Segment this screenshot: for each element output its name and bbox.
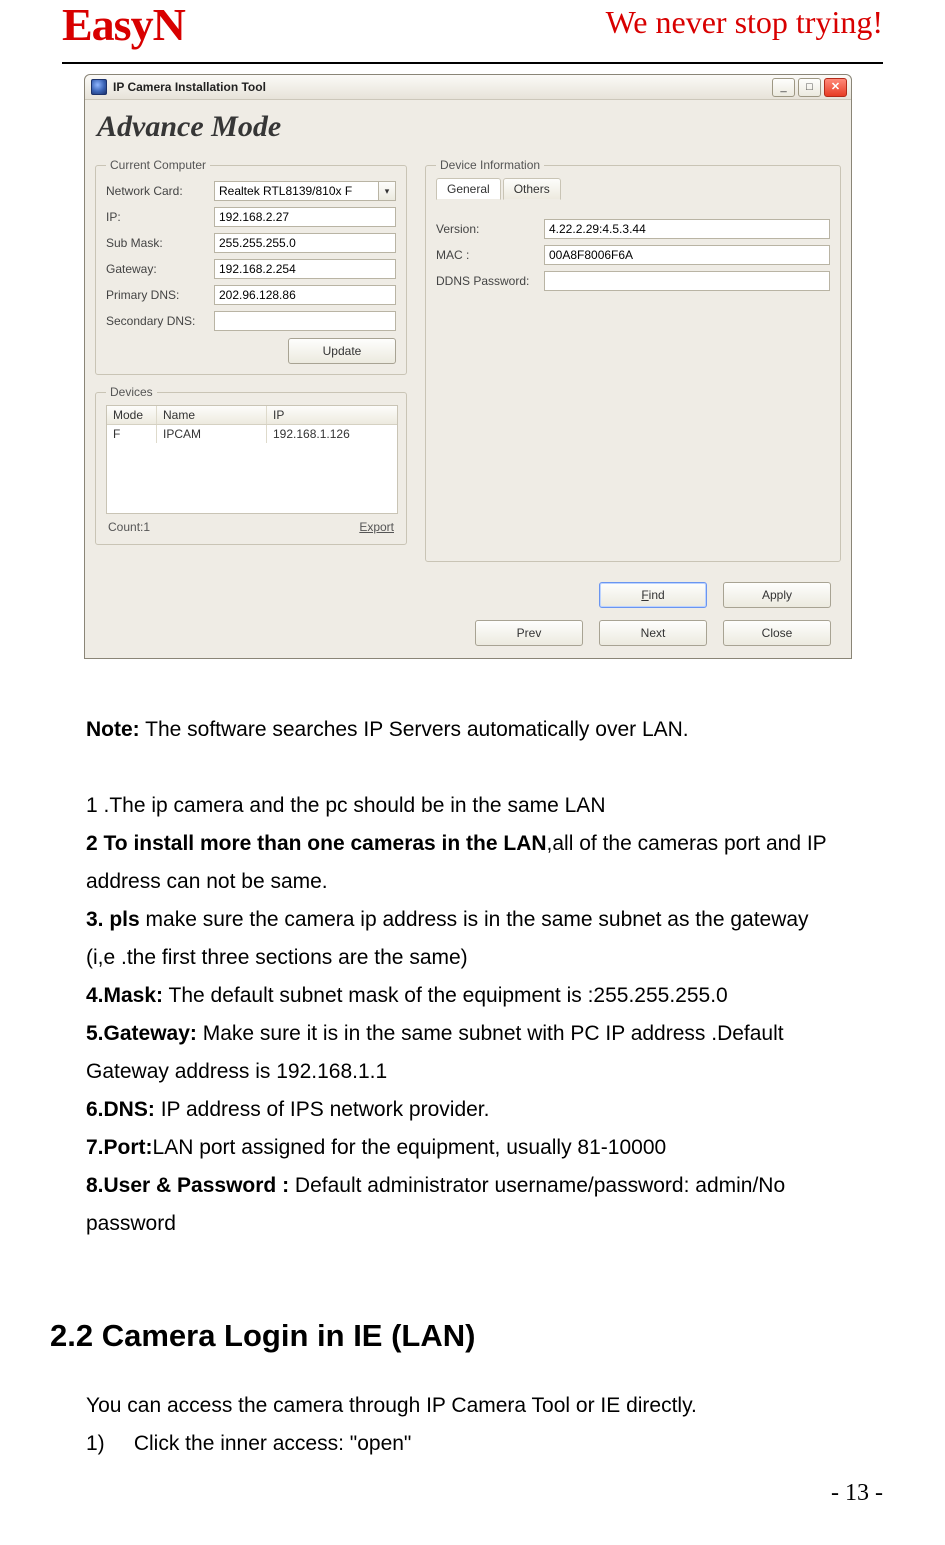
page-number: - 13 - bbox=[831, 1480, 883, 1507]
devices-legend: Devices bbox=[106, 385, 157, 399]
notes-section: Note: The software searches IP Servers a… bbox=[86, 711, 843, 1463]
primary-dns-input[interactable] bbox=[214, 285, 396, 305]
note-item: 1 .The ip camera and the pc should be in… bbox=[86, 787, 843, 825]
version-label: Version: bbox=[436, 222, 538, 236]
note-item: 2 To install more than one cameras in th… bbox=[86, 825, 843, 901]
update-button[interactable]: Update bbox=[288, 338, 396, 364]
device-info-group: Device Information General Others Versio… bbox=[425, 158, 841, 562]
network-card-dropdown[interactable]: ▾ bbox=[378, 181, 396, 201]
network-card-input[interactable] bbox=[214, 181, 378, 201]
mac-label: MAC : bbox=[436, 248, 538, 262]
minimize-button[interactable]: _ bbox=[772, 78, 795, 97]
app-window: IP Camera Installation Tool _ □ ✕ Advanc… bbox=[84, 74, 852, 659]
apply-button[interactable]: Apply bbox=[723, 582, 831, 608]
close-window-button[interactable]: ✕ bbox=[824, 78, 847, 97]
submask-label: Sub Mask: bbox=[106, 236, 208, 250]
network-card-label: Network Card: bbox=[106, 184, 208, 198]
cell-ip: 192.168.1.126 bbox=[267, 425, 397, 443]
note-item: 4.Mask: The default subnet mask of the e… bbox=[86, 977, 843, 1015]
ddns-input[interactable] bbox=[544, 271, 830, 291]
maximize-button[interactable]: □ bbox=[798, 78, 821, 97]
ddns-label: DDNS Password: bbox=[436, 274, 538, 288]
ip-input[interactable] bbox=[214, 207, 396, 227]
window-title: IP Camera Installation Tool bbox=[113, 80, 772, 94]
devices-export[interactable]: Export bbox=[359, 520, 394, 534]
find-button[interactable]: Find bbox=[599, 582, 707, 608]
primary-dns-label: Primary DNS: bbox=[106, 288, 208, 302]
gateway-input[interactable] bbox=[214, 259, 396, 279]
device-info-legend: Device Information bbox=[436, 158, 544, 172]
secondary-dns-label: Secondary DNS: bbox=[106, 314, 208, 328]
note-item: 5.Gateway: Make sure it is in the same s… bbox=[86, 1015, 843, 1091]
col-mode[interactable]: Mode bbox=[107, 406, 157, 424]
section-intro: You can access the camera through IP Cam… bbox=[86, 1387, 843, 1425]
devices-group: Devices Mode Name IP F bbox=[95, 385, 407, 545]
mode-heading: Advance Mode bbox=[95, 108, 841, 158]
submask-input[interactable] bbox=[214, 233, 396, 253]
section-bullet: 1) Click the inner access: "open" bbox=[86, 1425, 843, 1463]
col-ip[interactable]: IP bbox=[267, 406, 397, 424]
cell-mode: F bbox=[107, 425, 157, 443]
next-button[interactable]: Next bbox=[599, 620, 707, 646]
current-computer-group: Current Computer Network Card: ▾ IP: bbox=[95, 158, 407, 375]
note-line: Note: The software searches IP Servers a… bbox=[86, 711, 843, 749]
close-button[interactable]: Close bbox=[723, 620, 831, 646]
note-item: 6.DNS: IP address of IPS network provide… bbox=[86, 1091, 843, 1129]
current-computer-legend: Current Computer bbox=[106, 158, 210, 172]
col-name[interactable]: Name bbox=[157, 406, 267, 424]
cell-name: IPCAM bbox=[157, 425, 267, 443]
titlebar: IP Camera Installation Tool _ □ ✕ bbox=[85, 75, 851, 100]
tab-general[interactable]: General bbox=[436, 178, 501, 200]
note-item: 7.Port:LAN port assigned for the equipme… bbox=[86, 1129, 843, 1167]
prev-button[interactable]: Prev bbox=[475, 620, 583, 646]
devices-count: Count:1 bbox=[108, 520, 150, 534]
devices-table: Mode Name IP F IPCAM 192.168.1.126 bbox=[106, 405, 398, 514]
tab-others[interactable]: Others bbox=[503, 178, 561, 200]
brand-slogan: We never stop trying! bbox=[606, 6, 883, 38]
version-input[interactable] bbox=[544, 219, 830, 239]
section-heading: 2.2 Camera Login in IE (LAN) bbox=[50, 1317, 843, 1355]
ip-label: IP: bbox=[106, 210, 208, 224]
note-item: 8.User & Password : Default administrato… bbox=[86, 1167, 843, 1243]
app-icon bbox=[91, 79, 107, 95]
table-row[interactable]: F IPCAM 192.168.1.126 bbox=[107, 425, 397, 443]
mac-input[interactable] bbox=[544, 245, 830, 265]
note-item: 3. pls make sure the camera ip address i… bbox=[86, 901, 843, 977]
screenshot-container: IP Camera Installation Tool _ □ ✕ Advanc… bbox=[84, 74, 883, 659]
brand-logo: EasyN bbox=[62, 2, 185, 48]
secondary-dns-input[interactable] bbox=[214, 311, 396, 331]
gateway-label: Gateway: bbox=[106, 262, 208, 276]
